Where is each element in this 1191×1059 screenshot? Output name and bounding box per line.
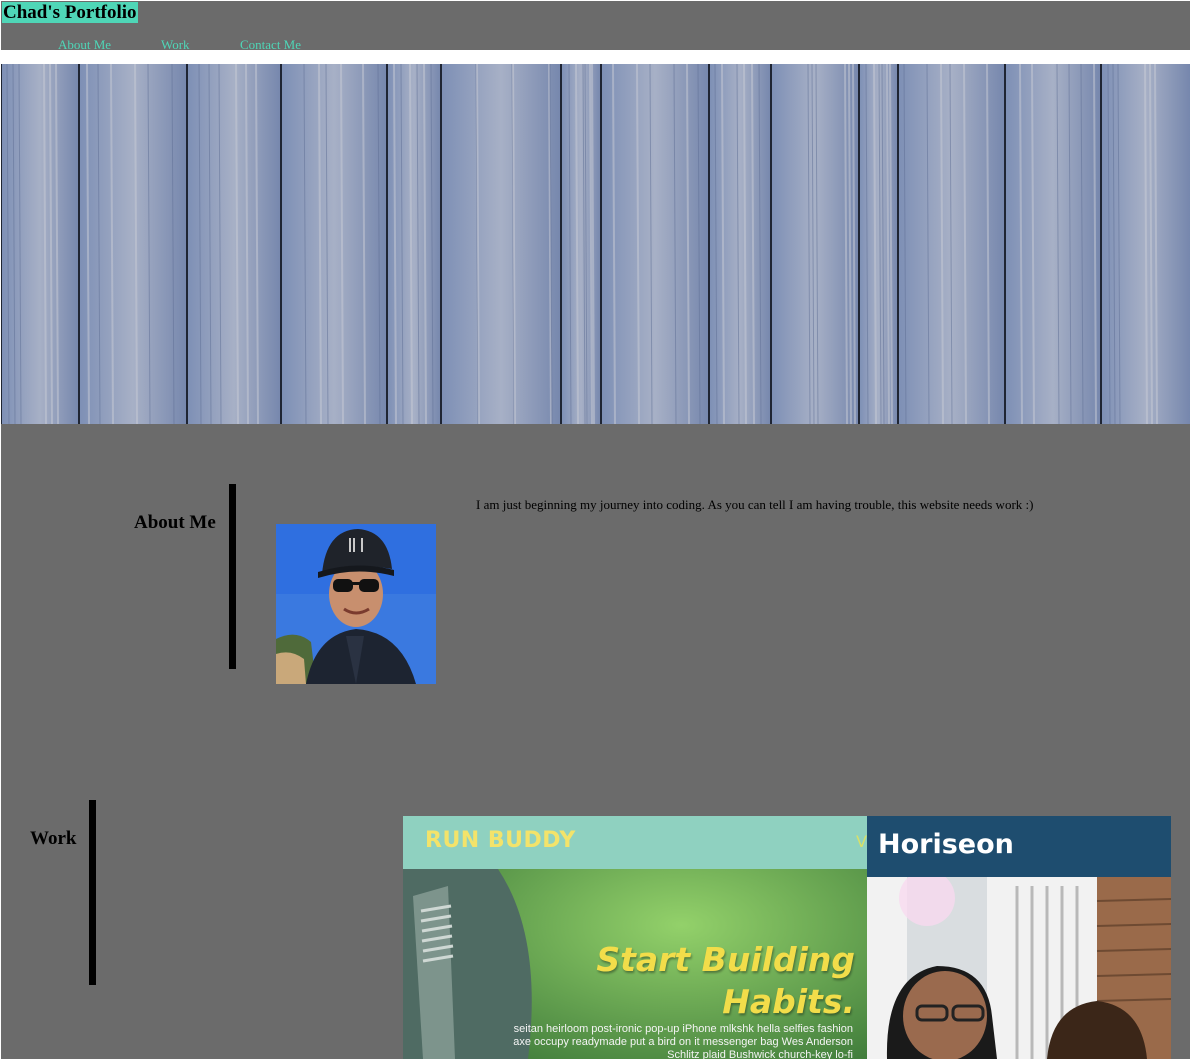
project-card-horiseon[interactable]: Horiseon: [867, 816, 1171, 1059]
header-divider: [0, 50, 1191, 64]
site-header: Chad's Portfolio About Me Work Contact M…: [1, 1, 1190, 52]
about-heading: About Me: [134, 512, 216, 533]
run-buddy-headline-2: Habits.: [722, 982, 855, 1021]
run-buddy-headline-1: Start Building: [596, 940, 855, 979]
run-buddy-body-text: seitan heirloom post-ironic pop-up iPhon…: [513, 1023, 853, 1059]
site-title: Chad's Portfolio: [2, 2, 138, 23]
about-text: I am just beginning my journey into codi…: [476, 497, 1034, 512]
profile-photo: [276, 524, 436, 684]
about-divider-bar: [229, 484, 236, 669]
work-divider-bar: [89, 800, 96, 985]
run-buddy-logo: RUN BUDDY: [425, 828, 576, 853]
run-buddy-nav-letter: V: [856, 832, 867, 851]
project-card-run-buddy[interactable]: RUN BUDDY V Start Building Habits. seita…: [403, 816, 867, 1059]
horiseon-logo: Horiseon: [878, 829, 1014, 860]
work-heading: Work: [30, 828, 77, 849]
hero-image: [1, 64, 1190, 424]
